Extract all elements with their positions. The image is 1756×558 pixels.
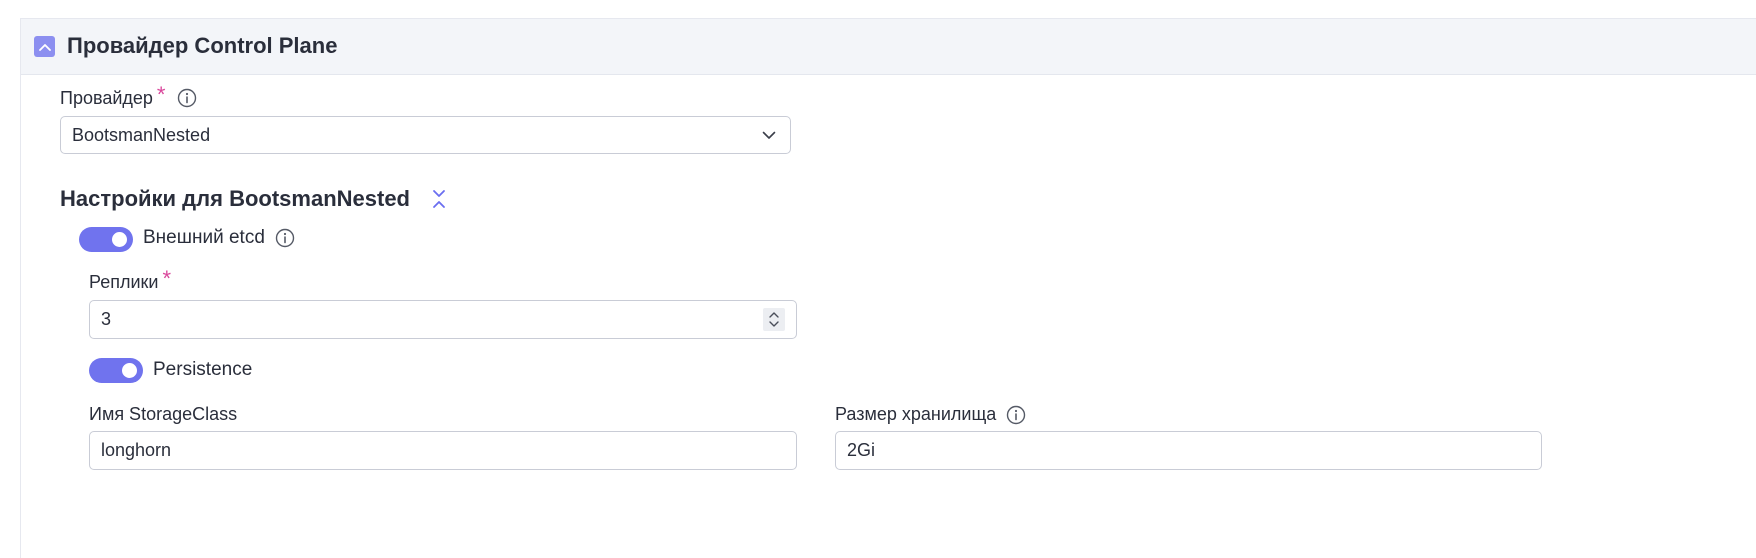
- persistence-label-row: Persistence: [153, 359, 252, 381]
- toggle-knob: [112, 232, 127, 247]
- provider-label-row: Провайдер *: [60, 82, 197, 109]
- chevron-up-icon[interactable]: [769, 312, 779, 318]
- info-icon[interactable]: [275, 228, 295, 248]
- storage-size-value: 2Gi: [847, 440, 876, 460]
- settings-title: Настройки для BootsmanNested: [60, 186, 410, 211]
- storage-class-label: Имя StorageClass: [89, 404, 238, 424]
- provider-label: Провайдер: [60, 87, 153, 108]
- provider-select[interactable]: BootsmanNested: [60, 116, 791, 154]
- chevron-up-icon: [38, 43, 51, 51]
- control-plane-panel: Провайдер Control Plane Провайдер * Boot…: [20, 18, 1756, 558]
- required-mark: *: [156, 82, 166, 107]
- external-etcd-label: Внешний etcd: [143, 227, 265, 248]
- external-etcd-toggle[interactable]: [79, 227, 133, 252]
- storage-size-label: Размер хранилища: [835, 404, 997, 424]
- chevron-down-icon: [762, 131, 776, 139]
- replicas-label: Реплики: [89, 271, 159, 292]
- chevron-down-icon[interactable]: [769, 321, 779, 327]
- provider-select-value: BootsmanNested: [72, 124, 211, 145]
- replicas-label-row: Реплики *: [89, 266, 172, 293]
- info-icon[interactable]: [1006, 405, 1026, 425]
- persistence-toggle[interactable]: [89, 358, 143, 383]
- collapse-vertical-icon[interactable]: [432, 189, 446, 209]
- toggle-knob: [122, 363, 137, 378]
- settings-title-row: Настройки для BootsmanNested: [60, 186, 446, 212]
- external-etcd-label-row: Внешний etcd: [143, 227, 295, 249]
- storage-class-label-row: Имя StorageClass: [89, 404, 237, 425]
- collapse-button[interactable]: [34, 36, 55, 57]
- panel-title: Провайдер Control Plane: [67, 33, 338, 58]
- replicas-value: 3: [101, 309, 112, 329]
- storage-size-label-row: Размер хранилища: [835, 404, 1026, 425]
- number-stepper[interactable]: [763, 308, 785, 331]
- replicas-input[interactable]: 3: [89, 300, 797, 339]
- storage-size-input[interactable]: 2Gi: [835, 431, 1542, 470]
- panel-header: Провайдер Control Plane: [21, 19, 1756, 75]
- required-mark: *: [162, 266, 172, 291]
- storage-class-value: longhorn: [101, 440, 172, 460]
- storage-class-input[interactable]: longhorn: [89, 431, 797, 470]
- persistence-label: Persistence: [153, 359, 253, 380]
- info-icon[interactable]: [177, 88, 197, 108]
